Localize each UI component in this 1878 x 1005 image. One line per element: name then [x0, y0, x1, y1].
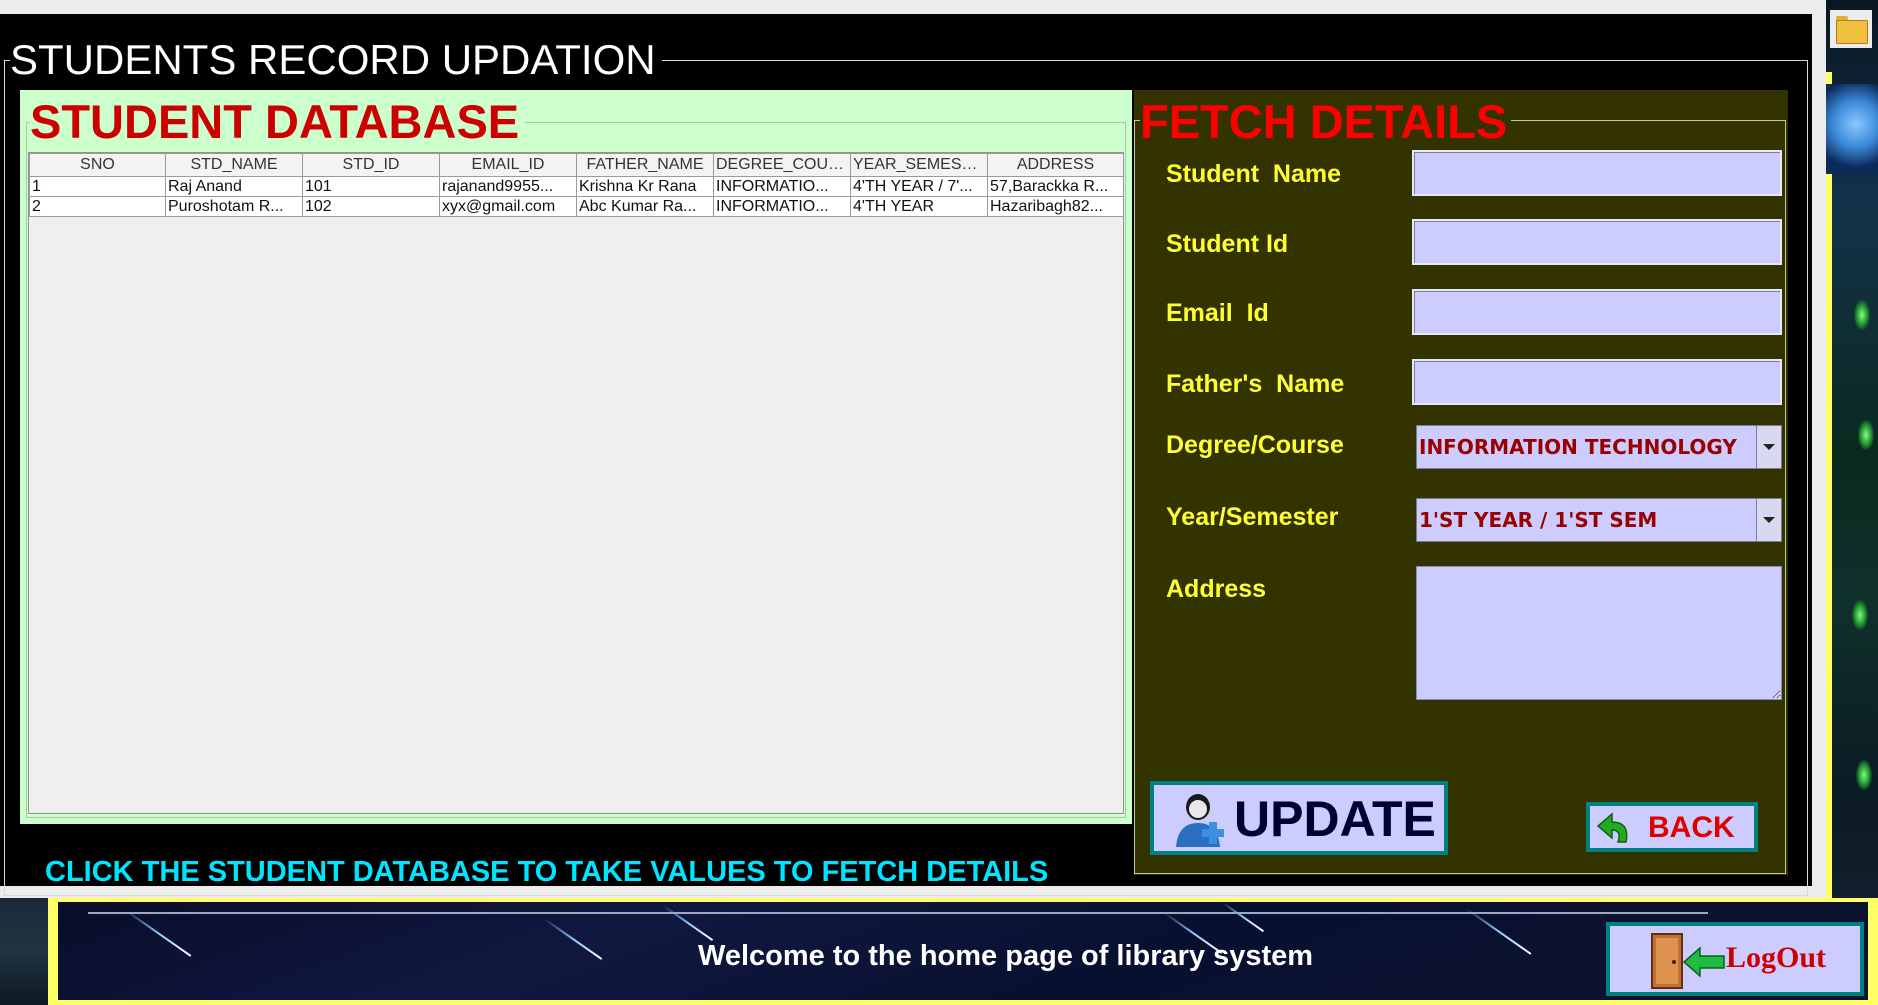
table-cell[interactable]: INFORMATIO...: [713, 176, 851, 197]
decorative-streak: [124, 909, 192, 957]
footer-bar: Welcome to the home page of library syst…: [48, 898, 1878, 1005]
decorative-streak: [1221, 902, 1265, 933]
desktop-frame: [1826, 72, 1878, 1005]
email-id-label: Email Id: [1166, 299, 1269, 327]
table-cell[interactable]: Raj Anand: [165, 176, 303, 197]
footer-divider: [88, 912, 1708, 914]
email-id-field[interactable]: [1412, 289, 1782, 335]
table-cell[interactable]: 4'TH YEAR: [850, 196, 988, 217]
update-button[interactable]: UPDATE: [1150, 781, 1448, 855]
student-records-table-area[interactable]: SNO STD_NAME STD_ID EMAIL_ID FATHER_NAME…: [28, 152, 1124, 814]
table-cell[interactable]: Abc Kumar Ra...: [576, 196, 714, 217]
address-textarea[interactable]: [1416, 566, 1782, 700]
table-cell[interactable]: Krishna Kr Rana: [576, 176, 714, 197]
column-header-father-name[interactable]: FATHER_NAME: [576, 153, 714, 177]
column-header-std-id[interactable]: STD_ID: [302, 153, 440, 177]
table-cell[interactable]: xyx@gmail.com: [439, 196, 577, 217]
database-title: STUDENT DATABASE: [30, 94, 526, 150]
table-cell[interactable]: INFORMATIO...: [713, 196, 851, 217]
student-id-label: Student Id: [1166, 230, 1289, 258]
desktop-background: [0, 898, 48, 1005]
table-cell[interactable]: rajanand9955...: [439, 176, 577, 197]
door-exit-icon: [1651, 933, 1725, 989]
table-cell[interactable]: 2: [29, 196, 166, 217]
column-header-year-semester[interactable]: YEAR_SEMESTER: [850, 153, 988, 177]
table-header-row: SNO STD_NAME STD_ID EMAIL_ID FATHER_NAME…: [29, 153, 1124, 177]
degree-course-dropdown[interactable]: INFORMATION TECHNOLOGY: [1416, 425, 1782, 469]
degree-course-label: Degree/Course: [1166, 431, 1344, 459]
student-name-label: Student Name: [1166, 160, 1342, 188]
table-cell[interactable]: Puroshotam R...: [165, 196, 303, 217]
table-cell[interactable]: Hazaribagh82...: [987, 196, 1124, 217]
fathers-name-label: Father's Name: [1166, 370, 1345, 398]
instruction-text: CLICK THE STUDENT DATABASE TO TAKE VALUE…: [45, 856, 1049, 888]
user-add-icon: [1176, 794, 1224, 847]
column-header-email-id[interactable]: EMAIL_ID: [439, 153, 577, 177]
fathers-name-field[interactable]: [1412, 359, 1782, 405]
table-cell[interactable]: 57,Barackka R...: [987, 176, 1124, 197]
fetch-details-title: FETCH DETAILS: [1140, 94, 1512, 150]
year-semester-dropdown[interactable]: 1'ST YEAR / 1'ST SEM: [1416, 498, 1782, 542]
chevron-down-icon[interactable]: [1756, 426, 1781, 468]
decorative-streak: [543, 918, 603, 960]
globe-image: [1826, 84, 1878, 174]
student-id-field[interactable]: [1412, 219, 1782, 265]
folder-icon[interactable]: [1830, 10, 1872, 48]
address-label: Address: [1166, 575, 1267, 603]
student-records-table[interactable]: SNO STD_NAME STD_ID EMAIL_ID FATHER_NAME…: [29, 153, 1124, 217]
table-row[interactable]: 1 Raj Anand 101 rajanand9955... Krishna …: [29, 176, 1124, 197]
update-button-label: UPDATE: [1234, 791, 1436, 847]
back-arrow-icon: [1596, 812, 1628, 843]
main-panel: STUDENTS RECORD UPDATION STUDENT DATABAS…: [0, 14, 1812, 896]
decorative-streak: [1464, 907, 1532, 955]
welcome-message: Welcome to the home page of library syst…: [698, 940, 1314, 972]
table-cell[interactable]: 102: [302, 196, 440, 217]
year-semester-label: Year/Semester: [1166, 503, 1339, 531]
table-row[interactable]: 2 Puroshotam R... 102 xyx@gmail.com Abc …: [29, 196, 1124, 217]
logout-button[interactable]: LogOut: [1606, 922, 1864, 996]
back-button[interactable]: BACK: [1586, 802, 1758, 852]
table-cell[interactable]: 101: [302, 176, 440, 197]
logout-button-label: LogOut: [1726, 941, 1827, 974]
page-title: STUDENTS RECORD UPDATION: [10, 36, 662, 84]
column-header-address[interactable]: ADDRESS: [987, 153, 1124, 177]
degree-course-value: INFORMATION TECHNOLOGY: [1419, 435, 1737, 459]
footer-background: Welcome to the home page of library syst…: [58, 902, 1868, 1000]
column-header-std-name[interactable]: STD_NAME: [165, 153, 303, 177]
column-header-sno[interactable]: SNO: [29, 153, 166, 177]
decorative-streak: [662, 904, 714, 942]
fetch-details-panel: FETCH DETAILS Student Name Student Id Em…: [1134, 90, 1788, 875]
student-database-panel: STUDENT DATABASE SNO STD_NAME STD_ID EMA…: [20, 90, 1132, 824]
back-button-label: BACK: [1648, 811, 1735, 844]
student-name-field[interactable]: [1412, 150, 1782, 196]
table-cell[interactable]: 1: [29, 176, 166, 197]
chevron-down-icon[interactable]: [1756, 499, 1781, 541]
column-header-degree-course[interactable]: DEGREE_COUR...: [713, 153, 851, 177]
year-semester-value: 1'ST YEAR / 1'ST SEM: [1419, 508, 1658, 532]
table-cell[interactable]: 4'TH YEAR / 7'...: [850, 176, 988, 197]
record-update-window: STUDENTS RECORD UPDATION STUDENT DATABAS…: [0, 0, 1826, 898]
